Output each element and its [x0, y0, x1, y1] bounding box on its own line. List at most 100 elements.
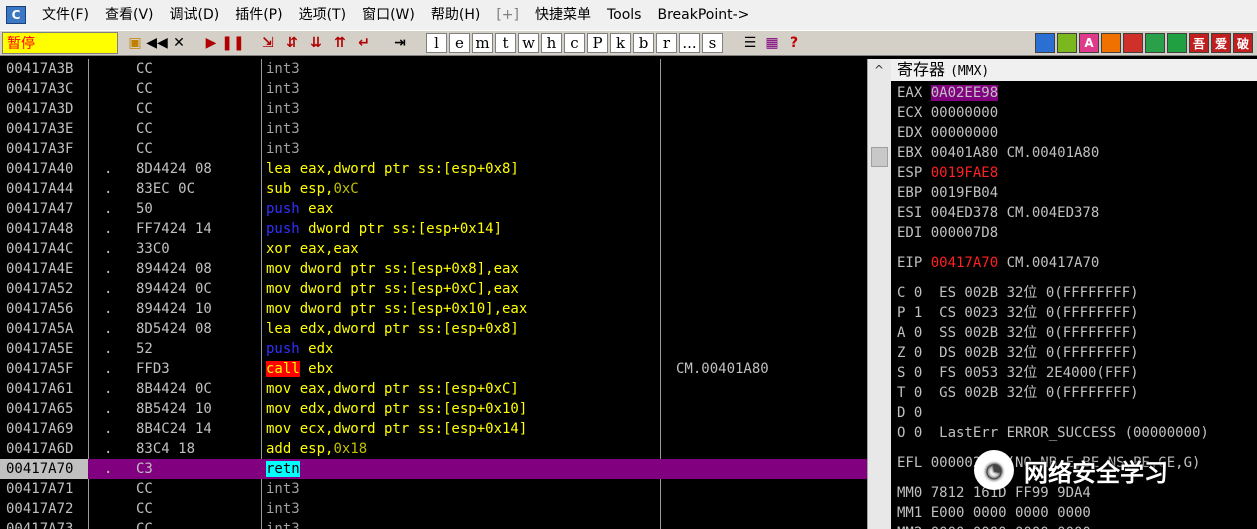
register-row[interactable]: P 1 CS 0023 32位 0(FFFFFFFF) [897, 303, 1139, 323]
go-to-icon[interactable]: ⇥ [388, 33, 412, 53]
open-folder-icon[interactable]: ▣ [124, 33, 146, 53]
disasm-row[interactable]: 00417A72 CC int3 [0, 499, 867, 519]
menu-item[interactable]: [+] [488, 0, 527, 30]
register-row[interactable]: EAX 0A02EE98 [897, 83, 999, 103]
scroll-thumb[interactable] [871, 147, 888, 167]
register-row[interactable]: D 0 [897, 403, 922, 423]
list-icon[interactable]: ☰ [739, 33, 761, 53]
register-value: 0019FAE8 [930, 165, 999, 181]
register-row[interactable]: O 0 LastErr ERROR_SUCCESS (00000000) [897, 423, 1209, 443]
register-row[interactable]: ESP 0019FAE8 [897, 163, 998, 183]
window-button[interactable]: e [449, 33, 470, 53]
disasm-row[interactable]: 00417A65. 8B5424 10 mov edx,dword ptr ss:[… [0, 399, 867, 419]
disasm-row[interactable]: 00417A3B CC int3 [0, 59, 867, 79]
register-row[interactable]: S 0 FS 0053 32位 2E4000(FFF) [897, 363, 1139, 383]
trace-into-icon[interactable]: ⇊ [304, 33, 328, 53]
register-row[interactable]: Z 0 DS 002B 32位 0(FFFFFFFF) [897, 343, 1139, 363]
menu-item[interactable]: 快捷菜单 [527, 0, 599, 30]
step-into-icon[interactable]: ⇲ [256, 33, 280, 53]
register-row[interactable]: EBX 00401A80 CM.00401A80 [897, 143, 1099, 163]
window-button[interactable]: t [495, 33, 516, 53]
plugin-icon[interactable]: A [1079, 33, 1099, 53]
window-button[interactable]: c [564, 33, 585, 53]
menu-item[interactable]: Tools [599, 0, 650, 30]
menu-item[interactable]: 窗口(W) [354, 0, 423, 30]
run-icon[interactable]: ▶ [200, 33, 222, 53]
window-button[interactable]: l [426, 33, 447, 53]
menu-item[interactable]: BreakPoint-> [649, 0, 757, 30]
instruction-hex: CC [136, 101, 153, 117]
register-row[interactable]: C 0 ES 002B 32位 0(FFFFFFFF) [897, 283, 1139, 303]
close-icon[interactable]: ✕ [168, 33, 190, 53]
plugin-icon[interactable] [1145, 33, 1165, 53]
disasm-row[interactable]: 00417A3E CC int3 [0, 119, 867, 139]
window-button[interactable]: k [610, 33, 631, 53]
disasm-row[interactable]: 00417A5F. FFD3 call ebx CM.00401A80 [0, 359, 867, 379]
instruction-text: add esp,0x18 [266, 439, 656, 459]
window-button[interactable]: b [633, 33, 654, 53]
disasm-row[interactable]: 00417A5A. 8D5424 08 lea edx,dword ptr ss:[… [0, 319, 867, 339]
menu-item[interactable]: 查看(V) [97, 0, 162, 30]
plugin-icon[interactable] [1057, 33, 1077, 53]
menu-item[interactable]: 帮助(H) [423, 0, 488, 30]
plugin-icon[interactable]: 破 [1233, 33, 1253, 53]
register-row[interactable]: ECX 00000000 [897, 103, 998, 123]
register-row[interactable]: ESI 004ED378 CM.004ED378 [897, 203, 1099, 223]
plugin-icon[interactable] [1101, 33, 1121, 53]
register-row[interactable]: T 0 GS 002B 32位 0(FFFFFFFF) [897, 383, 1139, 403]
disasm-row[interactable]: 00417A52. 894424 0C mov dword ptr ss:[esp+… [0, 279, 867, 299]
disassembly-scrollbar[interactable]: ^ [867, 59, 891, 529]
register-row[interactable]: EDX 00000000 [897, 123, 998, 143]
execute-till-return-icon[interactable]: ↵ [352, 33, 376, 53]
disasm-row[interactable]: 00417A48. FF7424 14 push dword ptr ss:[esp… [0, 219, 867, 239]
disasm-row[interactable]: 00417A40. 8D4424 08 lea eax,dword ptr ss:[… [0, 159, 867, 179]
menu-item[interactable]: 选项(T) [291, 0, 354, 30]
disasm-row[interactable]: 00417A47. 50 push eax [0, 199, 867, 219]
register-row[interactable]: EDI 000007D8 [897, 223, 998, 243]
disasm-row[interactable]: 00417A3F CC int3 [0, 139, 867, 159]
window-button[interactable]: P [587, 33, 608, 53]
help-icon[interactable]: ? [783, 33, 805, 53]
disasm-row[interactable]: 00417A4E. 894424 08 mov dword ptr ss:[esp+… [0, 259, 867, 279]
trace-over-icon[interactable]: ⇈ [328, 33, 352, 53]
disasm-row[interactable]: 00417A4C. 33C0 xor eax,eax [0, 239, 867, 259]
disasm-row[interactable]: 00417A3D CC int3 [0, 99, 867, 119]
disasm-row[interactable]: 00417A71 CC int3 [0, 479, 867, 499]
scroll-up-icon[interactable]: ^ [871, 63, 887, 77]
disasm-row[interactable]: 00417A61. 8B4424 0C mov eax,dword ptr ss:[… [0, 379, 867, 399]
plugin-icon[interactable] [1123, 33, 1143, 53]
disasm-row[interactable]: 00417A69. 8B4C24 14 mov ecx,dword ptr ss:[… [0, 419, 867, 439]
disasm-row[interactable]: 00417A56. 894424 10 mov dword ptr ss:[esp+… [0, 299, 867, 319]
menu-item[interactable]: 调试(D) [162, 0, 228, 30]
disassembly-pane[interactable]: 00417A3B CC int3 00417A3C CC int3 00417A3D CC in… [0, 59, 867, 529]
grid-icon[interactable]: ▦ [761, 33, 783, 53]
window-button[interactable]: ... [679, 33, 700, 53]
disasm-row[interactable]: 00417A6D. 83C4 18 add esp,0x18 [0, 439, 867, 459]
register-row[interactable]: EIP 00417A70 CM.00417A70 [897, 253, 1099, 273]
instruction-token: mov dword ptr ss:[esp+0x10],eax [266, 301, 528, 317]
window-button[interactable]: s [702, 33, 723, 53]
rewind-icon[interactable]: ◀◀ [146, 33, 168, 53]
plugin-icon[interactable]: 爱 [1211, 33, 1231, 53]
register-row[interactable]: EBP 0019FB04 [897, 183, 998, 203]
window-button[interactable]: r [656, 33, 677, 53]
disasm-row[interactable]: 00417A3C CC int3 [0, 79, 867, 99]
disasm-row[interactable]: 00417A73 CC int3 [0, 519, 867, 529]
register-value: MM1 E000 0000 0000 0000 [897, 505, 1091, 521]
plugin-icon[interactable]: 吾 [1189, 33, 1209, 53]
window-button[interactable]: h [541, 33, 562, 53]
disasm-row[interactable]: 00417A70. C3 retn [0, 459, 867, 479]
menu-item[interactable]: 插件(P) [227, 0, 290, 30]
step-over-icon[interactable]: ⇵ [280, 33, 304, 53]
disasm-row[interactable]: 00417A5E. 52 push edx [0, 339, 867, 359]
register-row[interactable]: MM1 E000 0000 0000 0000 [897, 503, 1091, 523]
disasm-row[interactable]: 00417A44. 83EC 0C sub esp,0xC [0, 179, 867, 199]
menu-item[interactable]: 文件(F) [34, 0, 97, 30]
window-button[interactable]: w [518, 33, 539, 53]
window-button[interactable]: m [472, 33, 493, 53]
plugin-icon[interactable] [1167, 33, 1187, 53]
plugin-icon[interactable] [1035, 33, 1055, 53]
register-row[interactable]: A 0 SS 002B 32位 0(FFFFFFFF) [897, 323, 1139, 343]
register-row[interactable]: MM2 0000 0000 0000 0000 [897, 523, 1091, 529]
pause-icon[interactable]: ❚❚ [221, 33, 244, 53]
